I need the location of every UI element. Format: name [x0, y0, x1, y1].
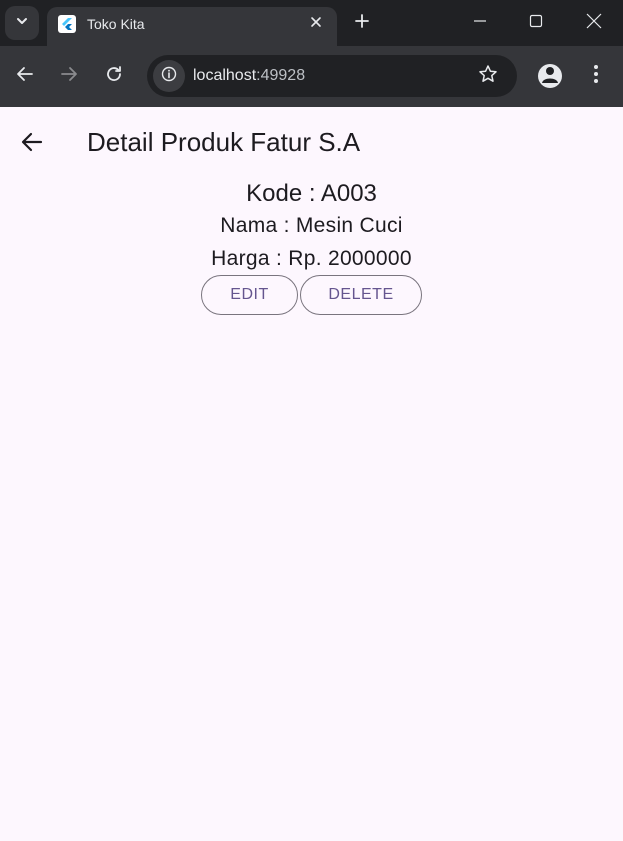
- chevron-down-icon: [16, 14, 28, 32]
- edit-button[interactable]: EDIT: [201, 275, 298, 315]
- browser-tab[interactable]: Toko Kita: [47, 7, 337, 46]
- maximize-icon: [529, 14, 543, 33]
- close-icon: [310, 15, 322, 33]
- action-buttons: EDIT DELETE: [201, 275, 422, 315]
- profile-button[interactable]: [538, 64, 562, 88]
- reload-icon: [105, 65, 123, 88]
- tab-search-button[interactable]: [5, 6, 39, 40]
- flutter-logo-icon: [58, 15, 76, 33]
- app-back-button[interactable]: [16, 128, 48, 160]
- url-host: localhost: [193, 67, 257, 84]
- tab-close-button[interactable]: [305, 13, 327, 35]
- arrow-right-icon: [60, 65, 78, 88]
- site-info-button[interactable]: [153, 60, 185, 92]
- minimize-button[interactable]: [465, 8, 495, 38]
- maximize-button[interactable]: [521, 8, 551, 38]
- back-button[interactable]: [12, 63, 38, 89]
- close-window-button[interactable]: [579, 8, 609, 38]
- tab-strip: Toko Kita: [0, 0, 623, 46]
- profile-icon: [538, 64, 562, 88]
- reload-button[interactable]: [101, 63, 127, 89]
- url-text: localhost:49928: [193, 67, 305, 85]
- star-icon: [478, 64, 498, 89]
- product-code: Kode : A003: [246, 180, 377, 207]
- info-icon: [161, 66, 177, 87]
- delete-button[interactable]: DELETE: [300, 275, 422, 315]
- bookmark-button[interactable]: [476, 64, 500, 88]
- page-viewport: Detail Produk Fatur S.A Kode : A003 Nama…: [0, 107, 623, 841]
- app-bar: Detail Produk Fatur S.A: [0, 107, 623, 177]
- tab-title: Toko Kita: [87, 16, 145, 32]
- product-name: Nama : Mesin Cuci: [220, 214, 403, 237]
- page-title: Detail Produk Fatur S.A: [87, 127, 361, 157]
- address-bar[interactable]: localhost:49928: [147, 55, 517, 97]
- plus-icon: [354, 13, 370, 34]
- close-icon: [586, 13, 602, 34]
- arrow-left-icon: [16, 65, 34, 88]
- minimize-icon: [473, 14, 487, 33]
- product-detail: Kode : A003 Nama : Mesin Cuci Harga : Rp…: [0, 177, 623, 315]
- arrow-left-icon: [21, 131, 43, 158]
- forward-button[interactable]: [56, 63, 82, 89]
- product-price: Harga : Rp. 2000000: [211, 247, 412, 270]
- url-port: :49928: [256, 67, 306, 84]
- browser-toolbar: localhost:49928: [0, 46, 623, 107]
- new-tab-button[interactable]: [350, 11, 374, 35]
- browser-menu-button[interactable]: [586, 64, 606, 88]
- kebab-menu-icon: [593, 64, 599, 89]
